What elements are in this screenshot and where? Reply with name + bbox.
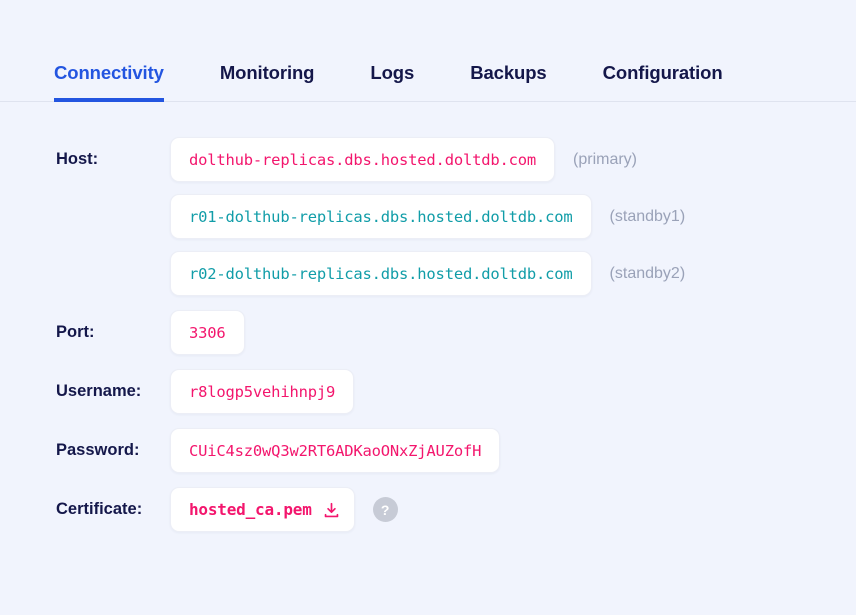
host-primary-value[interactable]: dolthub-replicas.dbs.hosted.doltdb.com xyxy=(170,137,555,182)
host-primary-row: Host: dolthub-replicas.dbs.hosted.doltdb… xyxy=(0,136,856,183)
tab-connectivity[interactable]: Connectivity xyxy=(54,62,164,102)
certificate-label: Certificate: xyxy=(0,500,170,519)
port-row: Port: 3306 xyxy=(0,309,856,356)
password-value[interactable]: CUiC4sz0wQ3w2RT6ADKaoONxZjAUZofH xyxy=(170,428,500,473)
tab-configuration[interactable]: Configuration xyxy=(603,62,723,102)
password-row: Password: CUiC4sz0wQ3w2RT6ADKaoONxZjAUZo… xyxy=(0,427,856,474)
port-label: Port: xyxy=(0,323,170,342)
host-standby2-row: r02-dolthub-replicas.dbs.hosted.doltdb.c… xyxy=(0,250,856,297)
tab-bar: Connectivity Monitoring Logs Backups Con… xyxy=(0,45,856,102)
certificate-row: Certificate: hosted_ca.pem ? xyxy=(0,486,856,533)
host-label: Host: xyxy=(0,150,170,169)
host-standby1-value[interactable]: r01-dolthub-replicas.dbs.hosted.doltdb.c… xyxy=(170,194,592,239)
tab-logs[interactable]: Logs xyxy=(370,62,414,102)
tab-monitoring[interactable]: Monitoring xyxy=(220,62,315,102)
connection-details-form: Host: dolthub-replicas.dbs.hosted.doltdb… xyxy=(0,102,856,533)
username-row: Username: r8logp5vehihnpj9 xyxy=(0,368,856,415)
certificate-download-button[interactable]: hosted_ca.pem xyxy=(170,487,355,532)
host-primary-suffix: (primary) xyxy=(573,151,637,169)
password-label: Password: xyxy=(0,441,170,460)
username-value[interactable]: r8logp5vehihnpj9 xyxy=(170,369,354,414)
username-label: Username: xyxy=(0,382,170,401)
host-standby2-value[interactable]: r02-dolthub-replicas.dbs.hosted.doltdb.c… xyxy=(170,251,592,296)
download-icon[interactable] xyxy=(323,502,340,519)
host-standby1-suffix: (standby1) xyxy=(610,208,686,226)
tab-backups[interactable]: Backups xyxy=(470,62,546,102)
connectivity-page: Connectivity Monitoring Logs Backups Con… xyxy=(0,45,856,615)
host-standby1-row: r01-dolthub-replicas.dbs.hosted.doltdb.c… xyxy=(0,193,856,240)
question-mark-icon[interactable]: ? xyxy=(373,497,398,522)
certificate-filename: hosted_ca.pem xyxy=(189,500,312,519)
port-value[interactable]: 3306 xyxy=(170,310,245,355)
host-standby2-suffix: (standby2) xyxy=(610,265,686,283)
